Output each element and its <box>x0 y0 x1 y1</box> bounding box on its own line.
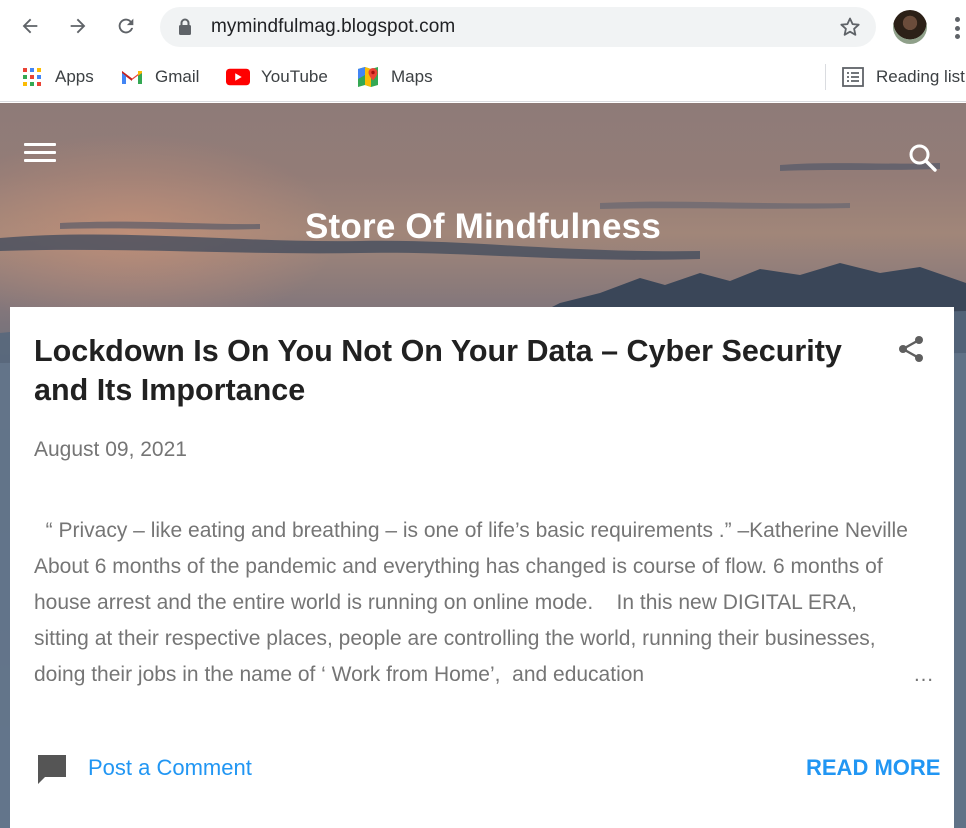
bookmark-label: YouTube <box>261 67 328 86</box>
browser-menu-icon[interactable] <box>948 13 966 43</box>
comment-icon[interactable] <box>36 753 68 785</box>
reading-list-button[interactable]: Reading list <box>841 64 965 90</box>
hamburger-menu-icon[interactable] <box>24 143 56 167</box>
browser-toolbar: mymindfulmag.blogspot.com <box>0 0 966 52</box>
post-date[interactable]: August 09, 2021 <box>34 438 187 462</box>
reload-icon <box>118 18 134 34</box>
bookmark-youtube[interactable]: YouTube <box>226 64 328 90</box>
bookmark-label: Apps <box>55 67 94 86</box>
share-icon[interactable] <box>896 334 926 364</box>
bookmark-apps[interactable]: Apps <box>20 64 94 90</box>
address-bar[interactable]: mymindfulmag.blogspot.com <box>160 7 876 47</box>
bookmark-gmail[interactable]: Gmail <box>120 64 199 90</box>
profile-avatar[interactable] <box>893 10 927 44</box>
bookmark-maps[interactable]: Maps <box>356 64 433 90</box>
search-icon[interactable] <box>906 141 940 175</box>
bookmark-label: Gmail <box>155 67 200 86</box>
back-button[interactable] <box>14 10 46 42</box>
gmail-icon <box>120 65 144 89</box>
forward-button[interactable] <box>62 10 94 42</box>
blog-title[interactable]: Store Of Mindfulness <box>0 207 966 247</box>
bookmarks-bar: Apps Gmail YouTube Maps Reading list <box>0 52 966 102</box>
post-comment-link[interactable]: Post a Comment <box>88 755 252 781</box>
apps-grid-icon <box>20 65 44 89</box>
bookmark-star-icon[interactable] <box>838 15 862 39</box>
maps-icon <box>356 65 380 89</box>
back-arrow-icon <box>22 18 38 34</box>
youtube-icon <box>226 65 250 89</box>
snippet-fade-overlay <box>650 659 910 699</box>
post-title[interactable]: Lockdown Is On You Not On Your Data – Cy… <box>34 332 874 410</box>
url-text[interactable]: mymindfulmag.blogspot.com <box>211 16 455 38</box>
post-card: Lockdown Is On You Not On Your Data – Cy… <box>10 307 954 828</box>
reload-button[interactable] <box>110 10 142 42</box>
lock-icon <box>179 18 191 35</box>
snippet-ellipsis: … <box>913 663 934 686</box>
reading-list-icon <box>841 65 865 89</box>
reading-list-label: Reading list <box>876 67 965 86</box>
bookmark-label: Maps <box>391 67 433 86</box>
forward-arrow-icon <box>70 18 86 34</box>
read-more-link[interactable]: READ MORE <box>806 755 940 781</box>
bookmarks-divider <box>825 64 826 90</box>
